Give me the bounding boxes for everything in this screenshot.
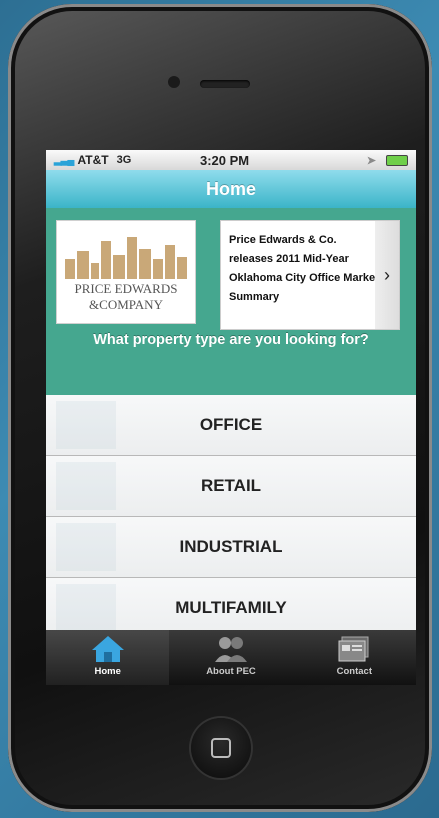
battery-icon [386, 154, 408, 166]
tab-about-pec[interactable]: About PEC [169, 630, 292, 685]
property-question: What property type are you looking for? [93, 332, 369, 348]
tab-home[interactable]: Home [46, 630, 170, 685]
logo-wordmark: PRICE EDWARDS &COMPANY [57, 281, 195, 313]
front-camera [168, 76, 180, 88]
location-icon: ➤ [366, 154, 376, 167]
contact-card-icon [338, 636, 369, 662]
skyline-icon [65, 237, 187, 279]
earpiece-speaker [200, 80, 250, 88]
tab-bar: Home About PEC Contact [46, 630, 416, 685]
carrier-label: AT&T [77, 153, 109, 167]
status-bar: ▂▃▄ AT&T 3G 3:20 PM ➤ [46, 150, 416, 170]
nav-title: Home [205, 178, 256, 199]
clock: 3:20 PM [200, 152, 250, 168]
header-banner: PRICE EDWARDS &COMPANY Price Edwards & C… [46, 208, 416, 395]
tab-label: Home [94, 666, 121, 677]
phone-screen: ▂▃▄ AT&T 3G 3:20 PM ➤ Home PRICE EDWARDS… [46, 150, 416, 685]
logo-line-1: PRICE EDWARDS [74, 281, 178, 296]
property-option-office[interactable]: OFFICE [46, 395, 416, 456]
tab-contact[interactable]: Contact [293, 630, 416, 685]
people-icon [214, 637, 247, 662]
news-headline: Price Edwards & Co. releases 2011 Mid-Ye… [229, 234, 379, 303]
property-type-list: OFFICE RETAIL INDUSTRIAL MULTIFAMILY [46, 395, 416, 639]
property-option-label: MULTIFAMILY [175, 598, 287, 617]
chevron-right-icon[interactable]: › [375, 221, 399, 329]
house-icon [91, 636, 124, 662]
property-option-label: OFFICE [199, 415, 263, 434]
home-button-icon [211, 738, 231, 758]
navigation-bar: Home [46, 170, 416, 208]
tab-label: Contact [336, 666, 372, 677]
network-label: 3G [116, 154, 132, 166]
property-option-retail[interactable]: RETAIL [46, 456, 416, 517]
signal-icon: ▂▃▄ [54, 154, 74, 166]
company-logo: PRICE EDWARDS &COMPANY [56, 220, 196, 324]
home-button[interactable] [191, 718, 251, 778]
property-option-industrial[interactable]: INDUSTRIAL [46, 517, 416, 578]
property-option-label: INDUSTRIAL [179, 537, 283, 556]
news-card[interactable]: Price Edwards & Co. releases 2011 Mid-Ye… [220, 220, 400, 330]
property-option-label: RETAIL [200, 476, 262, 495]
tab-label: About PEC [206, 666, 256, 677]
logo-line-2: &COMPANY [89, 297, 163, 312]
